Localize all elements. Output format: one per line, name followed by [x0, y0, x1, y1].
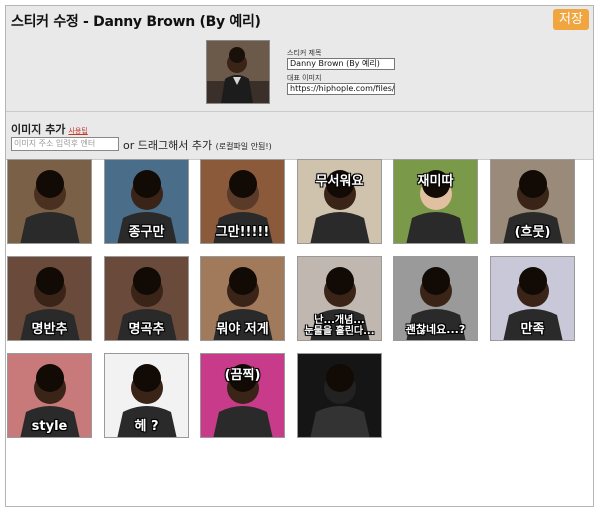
sticker-caption: 난...개념... 눈물을 흘린다...	[304, 315, 375, 337]
sticker-caption: 무서워요	[315, 174, 364, 189]
sticker-tile[interactable]: 재미따	[393, 159, 478, 244]
sticker-tile[interactable]	[7, 159, 92, 244]
sticker-tile[interactable]: 그만!!!!!	[200, 159, 285, 244]
sticker-caption: 헤 ?	[134, 419, 159, 434]
sticker-caption: (흐뭇)	[514, 225, 551, 240]
sticker-info-panel: 스티커 수정 - Danny Brown (By 예리) 저장 스티커 제목 D…	[6, 6, 593, 112]
sticker-tile[interactable]	[297, 353, 382, 438]
local-file-note: (로컬파일 안됨!)	[215, 142, 272, 151]
sticker-tile[interactable]: 만족	[490, 256, 575, 341]
sticker-caption: (끔찍)	[224, 368, 261, 383]
image-url-input[interactable]: 이미지 주소 입력후 엔터	[11, 137, 119, 151]
usage-tips-link[interactable]: 사용팁	[68, 127, 87, 135]
drag-hint: or 드래그해서 추가 (로컬파일 안됨!)	[123, 137, 272, 153]
add-image-heading: 이미지 추가 사용팁	[11, 121, 88, 137]
sticker-tile[interactable]: 종구만	[104, 159, 189, 244]
sticker-tile[interactable]: 무서워요	[297, 159, 382, 244]
representative-image-preview	[206, 40, 270, 104]
sticker-tile[interactable]: 명반추	[7, 256, 92, 341]
sticker-caption: 재미따	[417, 174, 454, 189]
save-button[interactable]: 저장	[553, 9, 589, 30]
sticker-form: 스티커 제목 Danny Brown (By 예리) 대표 이미지 https:…	[287, 49, 395, 99]
sticker-tile[interactable]: 괜찮네요...?	[393, 256, 478, 341]
sticker-caption: 명곡추	[128, 322, 165, 337]
sticker-tile[interactable]: (끔찍)	[200, 353, 285, 438]
sticker-tile[interactable]: (흐뭇)	[490, 159, 575, 244]
sticker-tile[interactable]: 난...개념... 눈물을 흘린다...	[297, 256, 382, 341]
sticker-tile[interactable]: 헤 ?	[104, 353, 189, 438]
sticker-caption: 괜찮네요...?	[405, 323, 466, 336]
sticker-tile[interactable]: style	[7, 353, 92, 438]
sticker-caption: 뭐야 저게	[216, 322, 269, 337]
add-image-panel: 이미지 추가 사용팁 이미지 주소 입력후 엔터 or 드래그해서 추가 (로컬파…	[6, 112, 593, 160]
sticker-caption: style	[31, 419, 68, 434]
sticker-caption: 그만!!!!!	[215, 225, 270, 240]
title-field[interactable]: Danny Brown (By 예리)	[287, 58, 395, 70]
sticker-image	[20, 170, 80, 243]
add-image-heading-text: 이미지 추가	[11, 123, 66, 136]
image-url-field-label: 대표 이미지	[287, 74, 322, 82]
image-url-field[interactable]: https://hiphople.com/files/at	[287, 83, 395, 95]
sticker-caption: 명반추	[31, 322, 68, 337]
sticker-caption: 만족	[520, 322, 545, 337]
drag-hint-text: or 드래그해서 추가	[123, 139, 213, 152]
sticker-tile[interactable]: 명곡추	[104, 256, 189, 341]
page-title: 스티커 수정 - Danny Brown (By 예리)	[11, 14, 261, 30]
title-field-label: 스티커 제목	[287, 49, 322, 57]
sticker-image	[310, 364, 370, 437]
sticker-caption: 종구만	[128, 225, 165, 240]
sticker-tile[interactable]: 뭐야 저게	[200, 256, 285, 341]
